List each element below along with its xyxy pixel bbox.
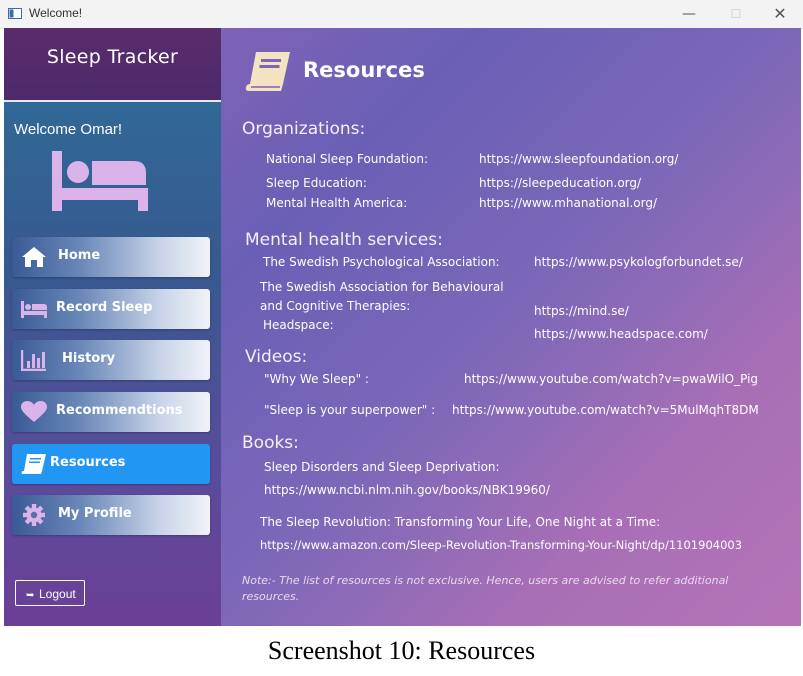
logout-button[interactable]: ➥ Logout <box>15 580 85 606</box>
org-link[interactable]: https://www.mhanational.org/ <box>479 196 657 210</box>
window-titlebar: Welcome! — ☐ ✕ <box>0 0 803 29</box>
logout-label: Logout <box>39 587 76 601</box>
service-link[interactable]: https://www.headspace.com/ <box>534 327 708 341</box>
org-link[interactable]: https://sleepeducation.org/ <box>479 176 641 190</box>
sidebar-item-recommendations[interactable]: Recommendtions <box>12 392 210 432</box>
sidebar-item-label: My Profile <box>58 506 132 521</box>
sidebar-item-label: Record Sleep <box>56 300 153 315</box>
minimize-button[interactable]: — <box>666 0 712 28</box>
gear-icon <box>23 504 45 526</box>
sidebar-item-home[interactable]: Home <box>12 237 210 277</box>
app-name: Sleep Tracker <box>46 46 179 68</box>
service-link[interactable]: https://www.psykologforbundet.se/ <box>534 255 743 269</box>
section-heading-videos: Videos: <box>245 347 308 367</box>
service-name: The Swedish Association for Behavioural <box>260 280 504 294</box>
disclaimer-note: Note:- The list of resources is not excl… <box>242 574 729 603</box>
maximize-button[interactable]: ☐ <box>713 0 759 28</box>
heart-icon <box>21 401 47 422</box>
section-heading-mental-health: Mental health services: <box>245 230 443 250</box>
service-name: The Swedish Psychological Association: <box>263 255 500 269</box>
close-button[interactable]: ✕ <box>757 0 803 28</box>
section-heading-books: Books: <box>242 433 299 453</box>
book-icon <box>21 454 46 474</box>
page-title: Resources <box>303 58 425 82</box>
service-link[interactable]: https://mind.se/ <box>534 304 629 318</box>
section-heading-organizations: Organizations: <box>242 119 366 139</box>
sidebar-item-label: Resources <box>50 455 126 470</box>
app-window-icon <box>8 8 22 19</box>
main-panel: Resources Organizations: National Sleep … <box>221 28 801 626</box>
book-name: Sleep Disorders and Sleep Deprivation: <box>264 460 500 474</box>
video-link[interactable]: https://www.youtube.com/watch?v=5MulMqhT… <box>452 403 759 417</box>
video-link[interactable]: https://www.youtube.com/watch?v=pwaWilO_… <box>464 372 758 386</box>
sidebar-item-resources[interactable]: Resources <box>12 444 210 484</box>
sidebar-item-my-profile[interactable]: My Profile <box>12 495 210 535</box>
video-name: "Why We Sleep" : <box>264 372 369 386</box>
sidebar: Sleep Tracker Welcome Omar! Home Record … <box>4 28 221 626</box>
bar-chart-icon <box>21 350 46 371</box>
sidebar-item-history[interactable]: History <box>12 340 210 380</box>
sidebar-item-record-sleep[interactable]: Record Sleep <box>12 289 210 329</box>
book-icon <box>245 52 290 91</box>
bed-icon <box>52 151 148 211</box>
org-name: Sleep Education: <box>266 176 367 190</box>
bed-icon <box>21 301 47 318</box>
book-link[interactable]: https://www.ncbi.nlm.nih.gov/books/NBK19… <box>264 483 550 497</box>
figure-caption: Screenshot 10: Resources <box>267 636 536 665</box>
org-name: National Sleep Foundation: <box>266 152 428 166</box>
sidebar-item-label: Home <box>58 248 101 263</box>
logout-icon: ➥ <box>26 590 35 601</box>
welcome-text: Welcome Omar! <box>14 121 123 138</box>
brand-header: Sleep Tracker <box>4 28 221 102</box>
video-name: "Sleep is your superpower" : <box>264 403 436 417</box>
org-link[interactable]: https://www.sleepfoundation.org/ <box>479 152 678 166</box>
sidebar-item-label: History <box>62 351 116 366</box>
sidebar-item-label: Recommendtions <box>56 403 183 418</box>
book-link[interactable]: https://www.amazon.com/Sleep-Revolution-… <box>260 538 742 552</box>
service-name: and Cognitive Therapies: <box>260 299 411 313</box>
home-icon <box>22 247 46 267</box>
book-name: The Sleep Revolution: Transforming Your … <box>260 515 661 529</box>
service-name: Headspace: <box>263 318 334 332</box>
window-title: Welcome! <box>29 6 83 20</box>
org-name: Mental Health America: <box>266 196 408 210</box>
